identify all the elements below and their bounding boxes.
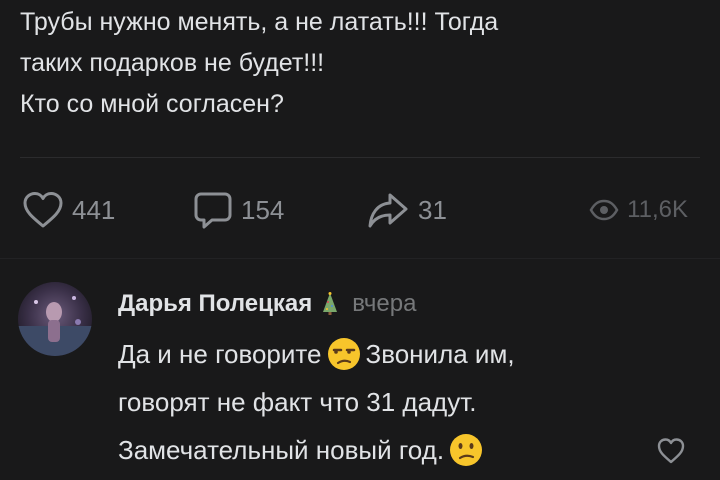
- comment-text: Да и не говорите Звонила им, говорят не …: [118, 330, 515, 474]
- christmas-tree-icon: [323, 292, 338, 315]
- post-text-line: Трубы нужно менять, а не латать!!! Тогда: [20, 8, 499, 36]
- post-actions-bar: 441 154 31 11,6K: [0, 186, 720, 234]
- post-divider: [20, 157, 700, 158]
- post-text-line: Кто со мной согласен?: [20, 90, 284, 118]
- section-separator: [0, 258, 720, 259]
- share-count: 31: [418, 194, 447, 225]
- share-arrow-icon: [368, 193, 408, 228]
- unamused-face-emoji: [327, 338, 360, 370]
- confused-face-emoji: [450, 434, 483, 466]
- comment-item: Дарья Полецкая вчера Да и не говорите Зв…: [0, 270, 720, 480]
- comment-text-part: Да и не говорите: [118, 339, 322, 369]
- comment-text-part: Замечательный новый год.: [118, 435, 445, 465]
- eye-icon: [589, 199, 619, 221]
- speech-bubble-icon: [194, 192, 232, 229]
- post-text-line: таких подарков не будет!!!: [20, 49, 325, 77]
- like-count: 441: [72, 194, 116, 225]
- comment-like-button[interactable]: [656, 436, 686, 466]
- share-button[interactable]: 31: [366, 186, 447, 234]
- views-count: 11,6K: [627, 196, 688, 223]
- post-text: Трубы нужно менять, а не латать!!! Тогда…: [20, 2, 700, 125]
- heart-outline-icon: [23, 192, 63, 228]
- comment-text-line: говорят не факт что 31 дадут.: [118, 387, 477, 417]
- comment-text-part: Звонила им,: [365, 339, 515, 369]
- comment-header: Дарья Полецкая вчера: [118, 290, 416, 318]
- comment-author[interactable]: Дарья Полецкая: [118, 290, 312, 318]
- like-button[interactable]: 441: [22, 186, 115, 234]
- avatar[interactable]: [18, 282, 92, 356]
- comment-button[interactable]: 154: [193, 186, 284, 234]
- comment-count: 154: [241, 194, 285, 225]
- comment-timestamp: вчера: [352, 290, 417, 317]
- views-counter: 11,6K: [589, 186, 688, 234]
